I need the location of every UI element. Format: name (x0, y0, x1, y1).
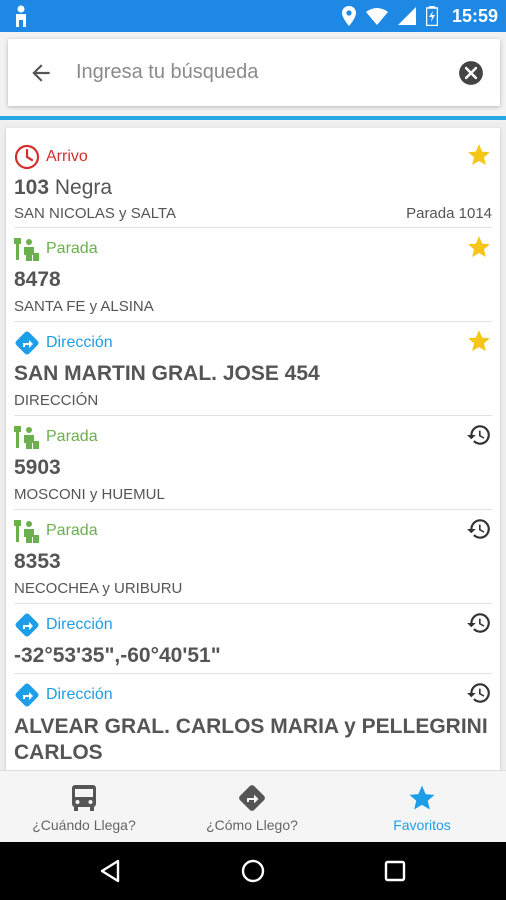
list-item[interactable]: Arrivo 103 Negra SAN NICOLAS y SALTA Par… (6, 128, 500, 228)
search-area: Ingresa tu búsqueda (0, 32, 506, 122)
item-line-variant: Negra (54, 176, 113, 199)
item-subtitle: SANTA FE y ALSINA (14, 298, 154, 315)
item-type-label: Parada (46, 428, 98, 445)
item-type-label: Parada (46, 522, 98, 539)
battery-icon (425, 6, 438, 26)
nav-label: ¿Cómo Llego? (206, 817, 298, 833)
results-list[interactable]: Arrivo 103 Negra SAN NICOLAS y SALTA Par… (6, 128, 500, 770)
item-type-label: Dirección (46, 686, 113, 703)
item-type-label: Parada (46, 240, 98, 257)
location-icon (341, 6, 356, 26)
item-title: SAN MARTIN GRAL. JOSE 454 (14, 362, 320, 385)
list-item[interactable]: Dirección SAN MARTIN GRAL. JOSE 454 DIRE… (6, 322, 500, 416)
history-icon[interactable] (466, 680, 492, 706)
history-icon[interactable] (466, 610, 492, 636)
item-title: -32°53'35",-60°40'51" (14, 644, 221, 667)
clear-search-icon[interactable] (458, 60, 484, 86)
bus-stop-icon (14, 238, 39, 261)
direction-icon (15, 331, 39, 355)
star-icon[interactable] (466, 234, 492, 260)
item-type-label: Arrivo (46, 148, 88, 165)
status-bar: 15:59 (0, 0, 506, 32)
recents-icon[interactable] (382, 858, 408, 884)
search-box[interactable]: Ingresa tu búsqueda (8, 39, 500, 106)
nav-label: Favoritos (393, 817, 451, 833)
back-icon[interactable] (98, 858, 124, 884)
item-type-label: Dirección (46, 334, 113, 351)
wifi-icon (365, 8, 388, 25)
direction-icon (15, 683, 39, 707)
signal-icon (397, 7, 416, 25)
item-line-number: 103 (14, 176, 50, 199)
item-title: ALVEAR GRAL. CARLOS MARIA y PELLEGRINI C… (14, 715, 488, 764)
list-item[interactable]: Dirección ALVEAR GRAL. CARLOS MARIA y PE… (6, 674, 500, 770)
item-subtitle: DIRECCIÓN (14, 392, 99, 409)
bus-stop-icon (14, 426, 39, 449)
history-icon[interactable] (466, 516, 492, 542)
nav-cuando-llega[interactable]: ¿Cuándo Llega? (0, 771, 168, 843)
status-time: 15:59 (451, 5, 498, 26)
home-icon[interactable] (240, 858, 266, 884)
nav-como-llego[interactable]: ¿Cómo Llego? (168, 771, 336, 843)
nav-label: ¿Cuándo Llega? (32, 817, 136, 833)
item-subtitle: MOSCONI y HUEMUL (14, 486, 165, 503)
item-title: 8478 (14, 268, 61, 291)
route-icon (239, 785, 265, 811)
system-nav-bar (0, 842, 506, 900)
history-icon[interactable] (466, 422, 492, 448)
clock-icon (14, 144, 40, 170)
item-title: 8353 (14, 550, 61, 573)
list-item[interactable]: Parada 5903 MOSCONI y HUEMUL (6, 416, 500, 510)
item-stop-note: Parada 1014 (406, 205, 492, 222)
item-title: 5903 (14, 456, 61, 479)
item-type-label: Dirección (46, 616, 113, 633)
star-icon (409, 785, 435, 810)
list-item[interactable]: Parada 8353 NECOCHEA y URIBURU (6, 510, 500, 604)
accent-line (0, 116, 506, 120)
back-arrow-icon[interactable] (28, 60, 54, 86)
list-item[interactable]: Dirección -32°53'35",-60°40'51" (6, 604, 500, 674)
star-icon[interactable] (466, 142, 492, 168)
bottom-nav: ¿Cuándo Llega? ¿Cómo Llego? Favoritos (0, 770, 506, 842)
bus-icon (72, 785, 96, 811)
bus-stop-icon (14, 520, 39, 543)
direction-icon (15, 613, 39, 637)
list-item[interactable]: Parada 8478 SANTA FE y ALSINA (6, 228, 500, 322)
star-icon[interactable] (466, 328, 492, 354)
item-subtitle: SAN NICOLAS y SALTA (14, 205, 176, 222)
item-subtitle: NECOCHEA y URIBURU (14, 580, 183, 597)
notification-person-icon (16, 5, 26, 27)
nav-favoritos[interactable]: Favoritos (338, 771, 506, 843)
search-input[interactable]: Ingresa tu búsqueda (76, 61, 258, 84)
item-title: 103 Negra (14, 176, 112, 200)
